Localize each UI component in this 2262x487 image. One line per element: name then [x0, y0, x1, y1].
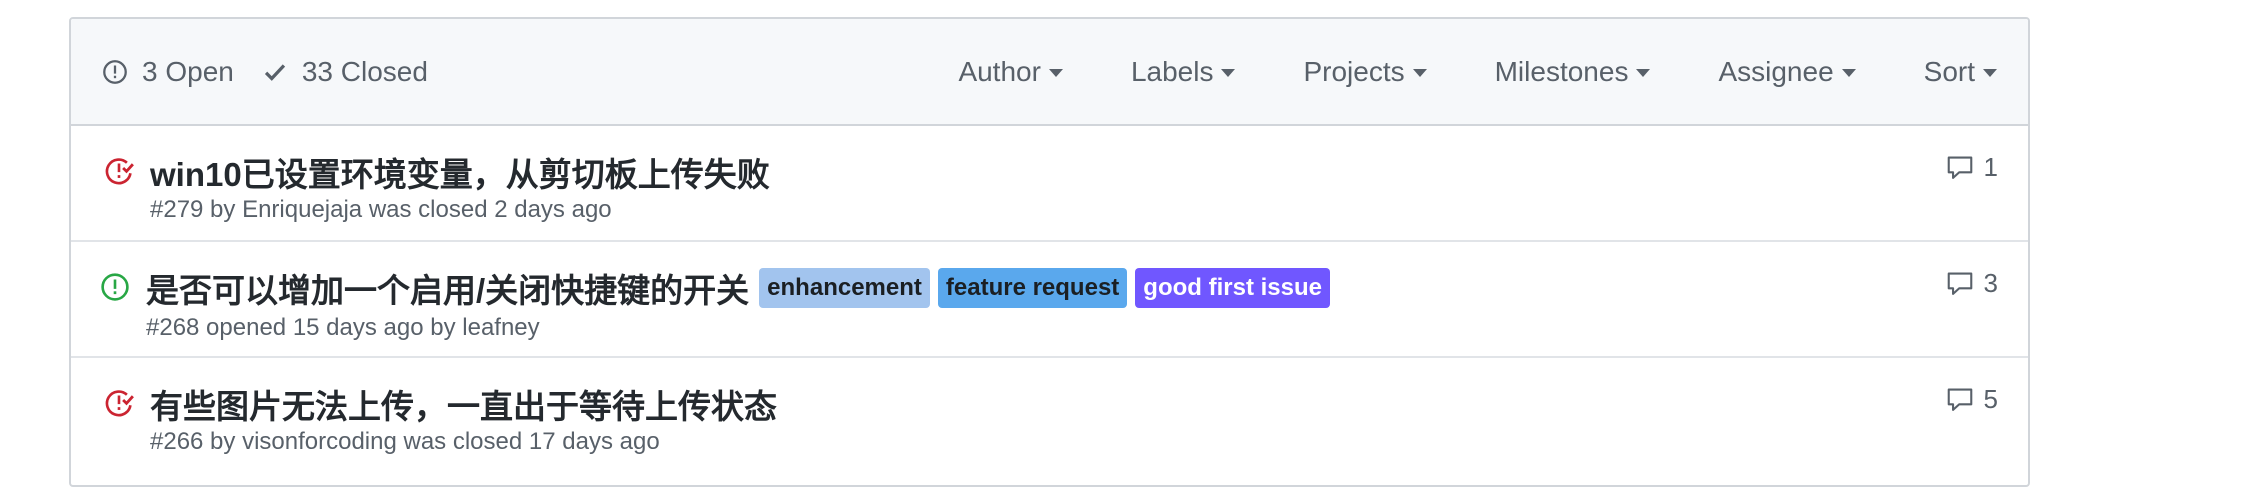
issues-box: 3 Open 33 Closed Author Labels Projects: [69, 17, 2030, 487]
state-toggles: 3 Open 33 Closed: [102, 56, 456, 88]
issue-title-link[interactable]: win10已设置环境变量，从剪切板上传失败: [150, 148, 770, 196]
filter-menus: Author Labels Projects Milestones Assign…: [958, 56, 1997, 88]
label-good-first-issue[interactable]: good first issue: [1135, 268, 1330, 308]
labels-filter-label: Labels: [1130, 55, 1214, 87]
issue-title-link[interactable]: 是否可以增加一个启用/关闭快捷键的开关: [146, 264, 749, 312]
assignee-filter-label: Assignee: [1718, 55, 1834, 87]
caret-down-icon: [1841, 69, 1856, 77]
sort-filter[interactable]: Sort: [1924, 56, 1997, 88]
assignee-filter[interactable]: Assignee: [1718, 55, 1856, 88]
issue-opened-icon: [101, 273, 129, 301]
caret-down-icon: [1221, 69, 1236, 77]
issue-row: 是否可以增加一个启用/关闭快捷键的开关 enhancement feature …: [71, 242, 2028, 358]
projects-filter-label: Projects: [1303, 55, 1405, 87]
issue-closed-icon: [105, 390, 134, 417]
comment-count: 3: [1983, 268, 1998, 298]
milestones-filter[interactable]: Milestones: [1495, 56, 1651, 88]
comment-icon: [1947, 272, 1972, 295]
author-filter-label: Author: [958, 55, 1041, 87]
caret-down-icon: [1048, 69, 1063, 77]
open-count-label: 3 Open: [142, 55, 234, 87]
closed-issues-toggle[interactable]: 33 Closed: [262, 56, 428, 88]
closed-count-label: 33 Closed: [301, 55, 428, 87]
issue-title-link[interactable]: 有些图片无法上传，一直出于等待上传状态: [150, 380, 777, 428]
issue-row: 有些图片无法上传，一直出于等待上传状态 #266 by visonforcodi…: [71, 358, 2028, 474]
issue-opened-icon: [103, 59, 127, 84]
comment-icon: [1947, 388, 1972, 411]
milestones-filter-label: Milestones: [1494, 55, 1629, 87]
comment-icon: [1947, 156, 1972, 179]
caret-down-icon: [1636, 69, 1651, 77]
caret-down-icon: [1983, 69, 1997, 77]
open-issues-toggle[interactable]: 3 Open: [102, 56, 234, 88]
labels-filter[interactable]: Labels: [1131, 56, 1236, 88]
caret-down-icon: [1412, 69, 1427, 77]
comment-count: 5: [1983, 384, 1998, 414]
comment-count-link[interactable]: 1: [1946, 152, 1998, 183]
issue-title: 是否可以增加一个启用/关闭快捷键的开关 enhancement feature …: [146, 264, 1330, 312]
comment-count: 1: [1983, 152, 1998, 182]
issue-meta: #279 by Enriquejaja was closed 2 days ag…: [150, 196, 612, 223]
label-feature-request[interactable]: feature request: [937, 268, 1128, 308]
comment-count-link[interactable]: 3: [1946, 268, 1998, 299]
issue-meta: #268 opened 15 days ago by leafney: [146, 314, 540, 341]
projects-filter[interactable]: Projects: [1303, 55, 1427, 88]
comment-count-link[interactable]: 5: [1946, 384, 1998, 415]
issue-closed-icon: [105, 158, 134, 185]
issue-row: win10已设置环境变量，从剪切板上传失败 #279 by Enriquejaj…: [71, 126, 2028, 242]
label-enhancement[interactable]: enhancement: [759, 268, 930, 308]
author-filter[interactable]: Author: [958, 56, 1063, 88]
issues-header: 3 Open 33 Closed Author Labels Projects: [71, 19, 2028, 126]
sort-filter-label: Sort: [1923, 55, 1975, 87]
issue-meta: #266 by visonforcoding was closed 17 day…: [150, 428, 660, 455]
check-icon: [264, 63, 285, 81]
